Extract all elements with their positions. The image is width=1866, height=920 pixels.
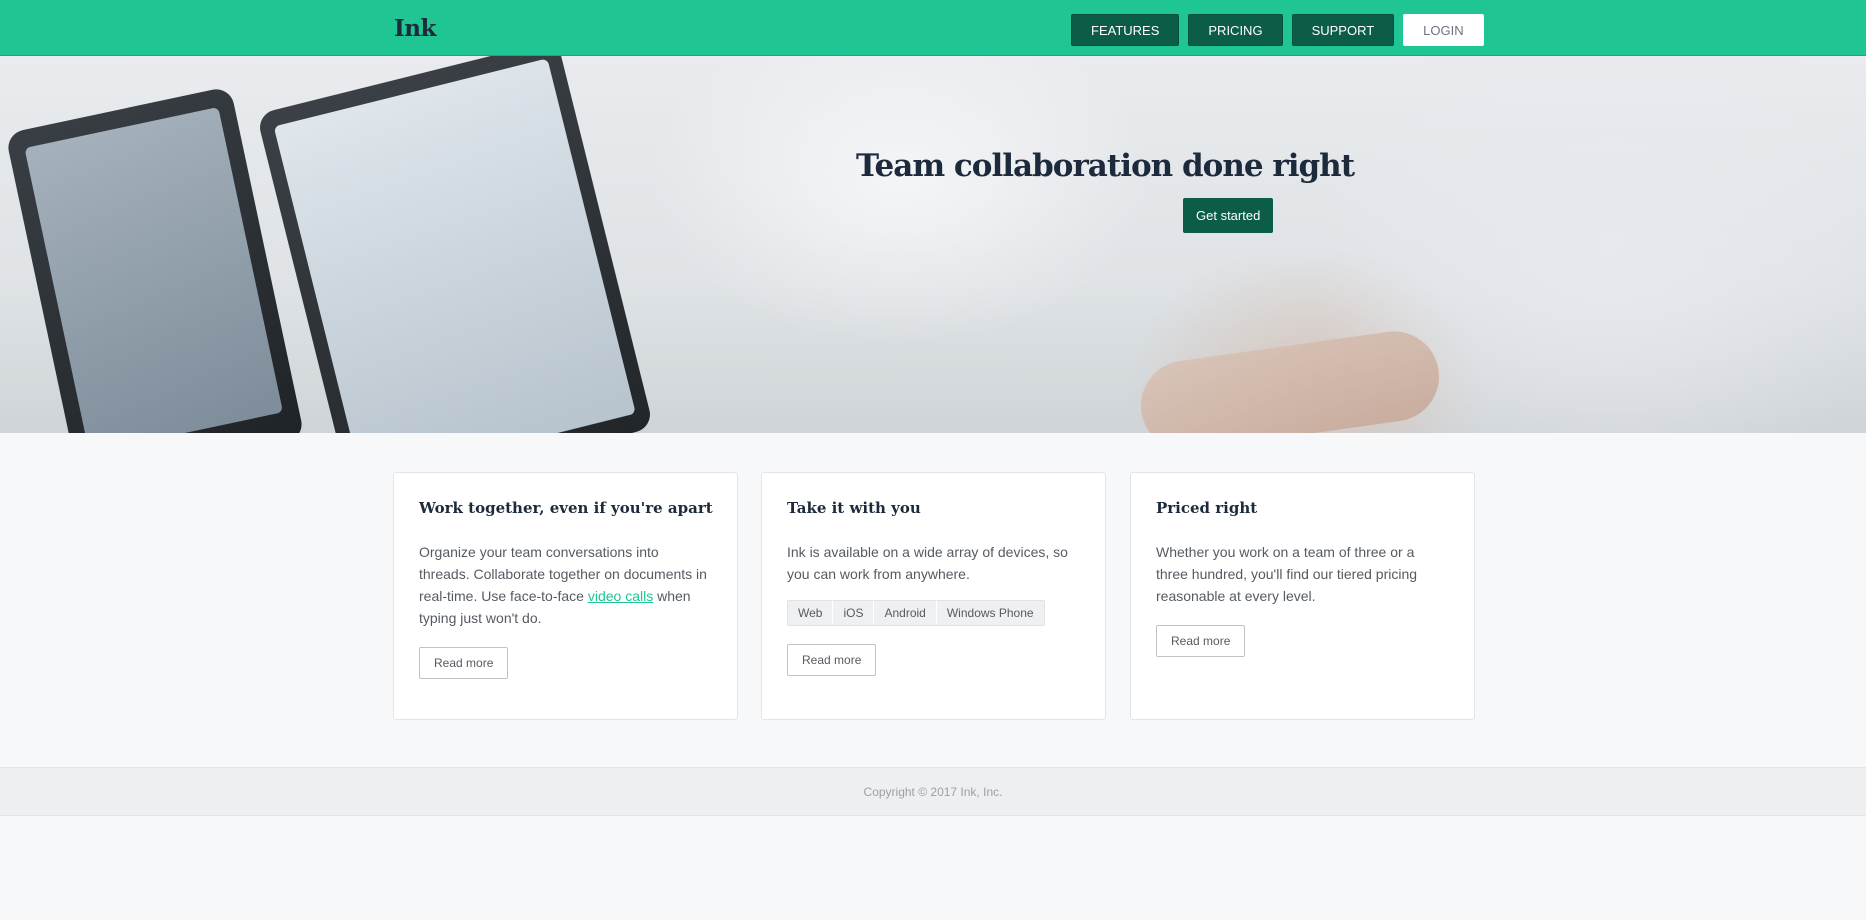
read-more-button[interactable]: Read more <box>787 644 877 676</box>
hero-photo-arm <box>1135 325 1445 433</box>
feature-card-pricing: Priced right Whether you work on a team … <box>1130 472 1475 720</box>
nav-support-button[interactable]: SUPPORT <box>1291 14 1395 46</box>
read-more-button[interactable]: Read more <box>1156 625 1246 657</box>
hero-title: Team collaboration done right <box>856 148 1355 184</box>
card-text: Organize your team conversations into th… <box>419 541 712 629</box>
nav-pricing-button[interactable]: PRICING <box>1188 14 1283 46</box>
get-started-button[interactable]: Get started <box>1183 198 1274 233</box>
card-text: Whether you work on a team of three or a… <box>1156 544 1418 604</box>
hero-photo-laptop <box>5 86 305 433</box>
page: Ink FEATURES PRICING SUPPORT LOGIN Team … <box>0 0 1866 920</box>
platform-tag-ios: iOS <box>833 601 875 625</box>
nav-features-button[interactable]: FEATURES <box>1071 14 1180 46</box>
card-text: Ink is available on a wide array of devi… <box>787 544 1068 582</box>
read-more-button[interactable]: Read more <box>419 647 509 679</box>
card-title: Work together, even if you're apart <box>419 499 713 517</box>
top-header: Ink FEATURES PRICING SUPPORT LOGIN <box>0 0 1866 56</box>
hero-photo-laptop <box>256 56 654 433</box>
logo[interactable]: Ink <box>394 15 436 42</box>
platform-tags: Web iOS Android Windows Phone <box>787 600 1045 626</box>
video-calls-link[interactable]: video calls <box>588 588 653 604</box>
main-nav: FEATURES PRICING SUPPORT LOGIN <box>1071 14 1484 46</box>
feature-card-collaboration: Work together, even if you're apart Orga… <box>393 472 738 720</box>
platform-tag-android: Android <box>874 601 937 625</box>
platform-tag-windows-phone: Windows Phone <box>936 601 1044 625</box>
feature-card-devices: Take it with you Ink is available on a w… <box>761 472 1106 720</box>
copyright-text: Copyright © 2017 Ink, Inc. <box>863 784 1003 799</box>
platform-tag-web: Web <box>788 601 834 625</box>
card-title: Priced right <box>1156 499 1258 517</box>
hero-banner: Team collaboration done right Get starte… <box>0 56 1866 433</box>
login-button[interactable]: LOGIN <box>1403 14 1484 46</box>
page-footer: Copyright © 2017 Ink, Inc. <box>0 767 1866 816</box>
card-title: Take it with you <box>787 499 921 517</box>
